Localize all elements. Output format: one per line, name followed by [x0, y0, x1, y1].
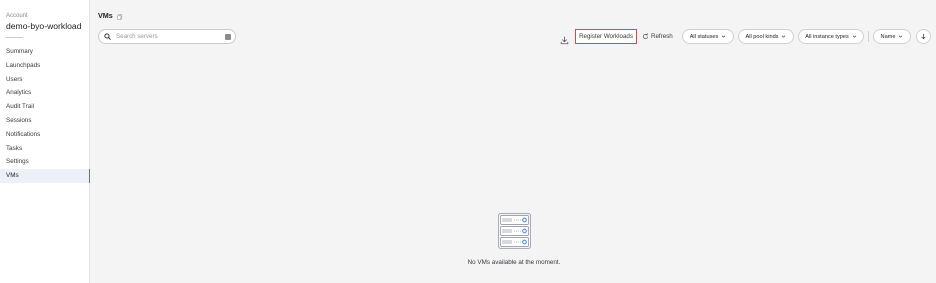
- search-input[interactable]: [116, 33, 221, 40]
- arrow-down-icon: [921, 33, 926, 40]
- copy-icon[interactable]: [117, 13, 123, 20]
- search-icon: [104, 33, 111, 40]
- sidebar-item-users[interactable]: Users: [0, 73, 90, 87]
- sort-field-label: Name: [880, 33, 896, 40]
- main-content: VMs Register Workloads Refresh All statu…: [90, 0, 936, 283]
- account-label: Account: [6, 13, 28, 19]
- status-filter-dropdown[interactable]: All statuses: [682, 29, 734, 44]
- sidebar-item-launchpads[interactable]: Launchpads: [0, 59, 90, 73]
- toolbar-divider: [868, 31, 869, 42]
- account-name[interactable]: demo-byo-workload: [6, 21, 81, 31]
- chevron-down-icon: [852, 35, 856, 38]
- sidebar-nav: Summary Launchpads Users Analytics Audit…: [0, 45, 90, 183]
- refresh-label: Refresh: [651, 33, 673, 40]
- empty-state-message: No VMs available at the moment.: [467, 259, 561, 266]
- sidebar-item-summary[interactable]: Summary: [0, 45, 90, 59]
- chevron-down-icon: [782, 35, 786, 38]
- keyboard-shortcut-icon: [225, 34, 231, 40]
- chevron-down-icon: [722, 35, 726, 38]
- sort-field-dropdown[interactable]: Name: [873, 29, 911, 44]
- sidebar-item-sessions[interactable]: Sessions: [0, 114, 90, 128]
- pool-kind-filter-dropdown[interactable]: All pool kinds: [738, 29, 794, 44]
- sidebar-item-vms[interactable]: VMs: [0, 169, 90, 183]
- sidebar-item-analytics[interactable]: Analytics: [0, 86, 90, 100]
- sidebar-item-tasks[interactable]: Tasks: [0, 142, 90, 156]
- sidebar: Account demo-byo-workload Summary Launch…: [0, 0, 90, 283]
- account-divider: [6, 37, 23, 38]
- instance-type-filter-dropdown[interactable]: All instance types: [798, 29, 864, 44]
- register-workloads-button[interactable]: Register Workloads: [575, 28, 637, 44]
- instance-type-filter-label: All instance types: [805, 33, 849, 40]
- sidebar-item-audit-trail[interactable]: Audit Trail: [0, 100, 90, 114]
- pool-kind-filter-label: All pool kinds: [745, 33, 779, 40]
- download-icon[interactable]: [560, 32, 569, 45]
- sort-direction-button[interactable]: [916, 29, 931, 44]
- sidebar-item-settings[interactable]: Settings: [0, 155, 90, 169]
- refresh-icon: [642, 33, 649, 40]
- status-filter-label: All statuses: [689, 33, 719, 40]
- search-box: [98, 29, 236, 44]
- page-title: VMs: [98, 11, 113, 20]
- page-title-row: VMs: [98, 11, 123, 20]
- refresh-button[interactable]: Refresh: [642, 29, 673, 44]
- server-rack-icon: [498, 213, 531, 249]
- sidebar-item-notifications[interactable]: Notifications: [0, 128, 90, 142]
- chevron-down-icon: [899, 35, 903, 38]
